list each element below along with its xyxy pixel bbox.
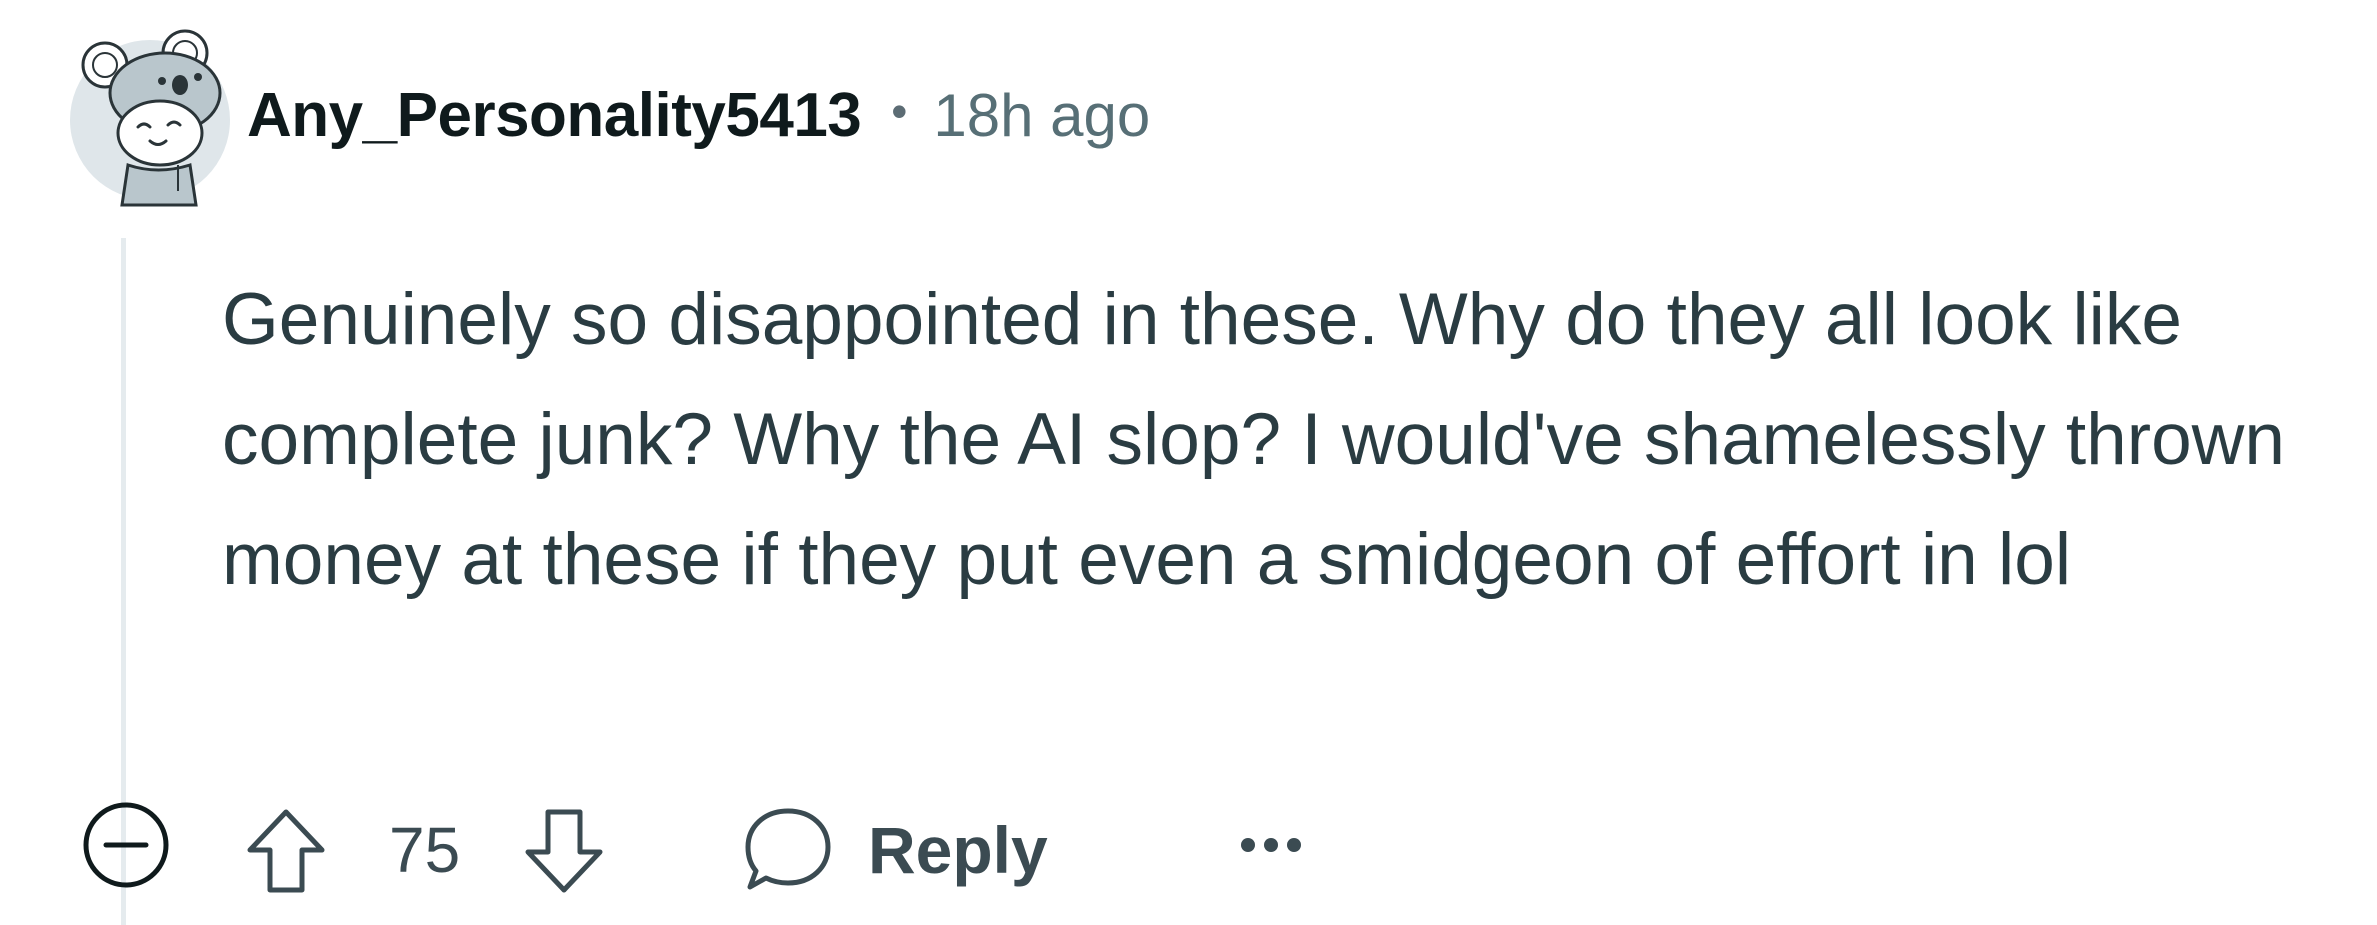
downvote-arrow-icon [525,809,603,893]
speech-bubble-icon [745,808,831,890]
timestamp[interactable]: 18h ago [933,81,1150,150]
comment-body: Genuinely so disappointed in these. Why … [222,279,2285,600]
vote-score: 75 [389,814,461,886]
downvote-button[interactable] [516,803,612,899]
username[interactable]: Any_Personality5413 [247,80,862,151]
more-dots-icon [1241,838,1301,852]
reply-button[interactable]: Reply [742,795,1048,905]
more-options-button[interactable] [1226,815,1316,875]
reply-label: Reply [868,813,1048,887]
collapse-button[interactable] [76,795,176,895]
avatar[interactable] [50,15,245,210]
comment-meta: Any_Personality5413 • 18h ago [247,70,1150,160]
collapse-minus-icon [83,802,169,888]
comment: Any_Personality5413 • 18h ago Genuinely … [0,0,2377,925]
upvote-arrow-icon [247,809,325,893]
upvote-button[interactable] [238,803,334,899]
koala-avatar-icon [70,29,230,207]
comment-actions: 75 Reply [76,795,1376,905]
meta-separator: • [891,85,908,137]
